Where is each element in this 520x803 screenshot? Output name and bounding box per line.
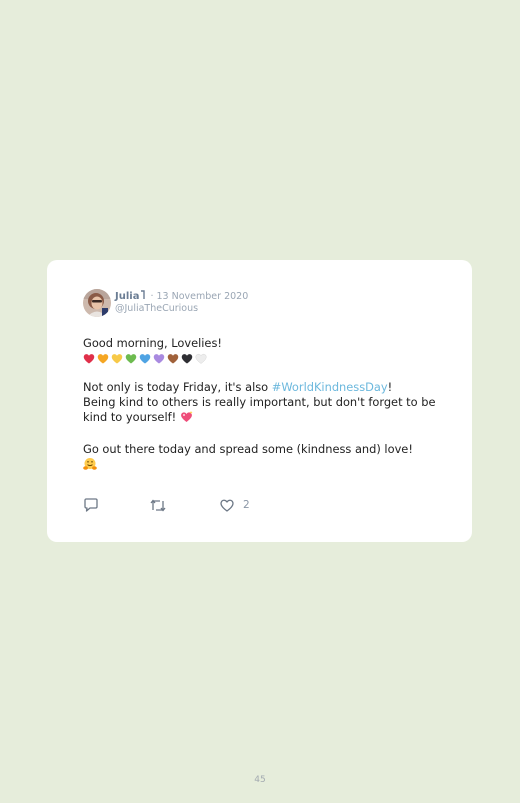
hugging-face-emoji: [83, 457, 443, 472]
heart-emoji-2: [97, 354, 109, 364]
reply-button[interactable]: [83, 497, 99, 513]
tweet-card: Julia · 13 November 2020 @JuliaTheCuriou…: [47, 260, 472, 542]
like-button[interactable]: 2: [219, 497, 250, 513]
tweet-paragraph-kindness-1: Being kind to others is really important…: [83, 395, 436, 409]
tweet-date[interactable]: 13 November 2020: [157, 291, 249, 302]
heart-emoji-8: [181, 354, 193, 364]
retweet-button[interactable]: [149, 497, 167, 513]
heart-emoji-1: [83, 354, 95, 364]
tweet-paragraph-love: Go out there today and spread some (kind…: [83, 442, 413, 456]
tweet-paragraph-kindness-2: kind to yourself!: [83, 410, 443, 427]
author-line: Julia · 13 November 2020: [115, 290, 248, 303]
page-number: 45: [254, 775, 266, 785]
heart-emoji-6: [153, 354, 165, 364]
heart-emoji-3: [111, 354, 123, 364]
like-count: 2: [243, 499, 250, 511]
retweet-icon: [150, 498, 166, 512]
tweet-paragraph-friday: Not only is today Friday, it's also #Wor…: [83, 380, 443, 395]
heart-emoji-row: [83, 352, 443, 365]
exclamation: !: [387, 380, 393, 394]
heart-emoji-7: [167, 354, 179, 364]
avatar[interactable]: [83, 289, 111, 317]
kind-yourself-text: kind to yourself!: [83, 410, 177, 424]
sparkling-heart-emoji: [180, 411, 193, 427]
tweet-body: Good morning, Lovelies! Not only is toda…: [83, 336, 443, 472]
tweet-line-greeting: Good morning, Lovelies!: [83, 336, 222, 350]
friday-text: Not only is today Friday, it's also: [83, 380, 272, 394]
speech-bubble-icon: [84, 497, 98, 512]
heart-emoji-5: [139, 354, 151, 364]
author-name[interactable]: Julia: [115, 291, 139, 302]
avatar-photo-icon: [83, 289, 111, 317]
author-handle[interactable]: @JuliaTheCurious: [115, 303, 198, 315]
date-separator: ·: [147, 291, 157, 302]
heart-emoji-4: [125, 354, 137, 364]
hashtag-link[interactable]: #WorldKindnessDay: [272, 380, 388, 394]
heart-emoji-9: [195, 353, 207, 364]
heart-outline-icon: [220, 499, 234, 512]
